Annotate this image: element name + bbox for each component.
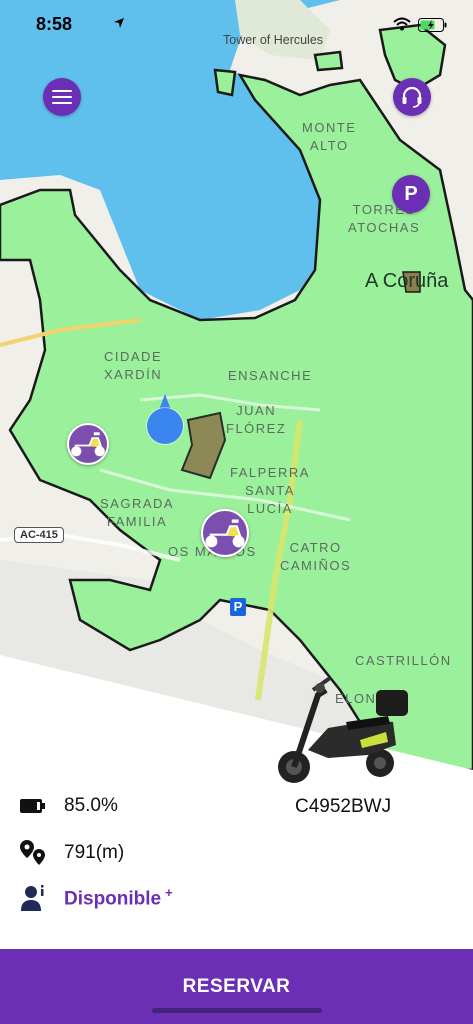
menu-button[interactable]: [43, 78, 81, 116]
battery-value: 85.0%: [64, 795, 118, 816]
battery-level-icon: [18, 791, 48, 821]
map-pins-icon: [18, 838, 48, 868]
support-button[interactable]: [393, 78, 431, 116]
area-label-sagrada-familia: SAGRADA FAMILIA: [100, 496, 175, 529]
scooter-image: [278, 676, 408, 783]
area-label-cidade-xardin: CIDADE XARDÍN: [104, 349, 163, 382]
area-label-catro-caminos: CATRO CAMIÑOS: [280, 540, 352, 573]
scooter-marker[interactable]: [67, 423, 109, 465]
home-indicator: [152, 1008, 322, 1013]
parking-button[interactable]: P: [392, 175, 430, 213]
area-label-monte-alto: MONTE ALTO: [302, 120, 357, 153]
wifi-icon: [393, 17, 411, 31]
user-location-dot: [147, 408, 183, 444]
distance-value: 791(m): [64, 842, 125, 863]
plate-number: C4952BWJ: [295, 796, 392, 817]
battery-row: 85.0%: [18, 791, 118, 821]
status-plus: +: [165, 885, 173, 901]
status-row[interactable]: Disponible +: [18, 883, 173, 913]
distance-row: 791(m): [18, 838, 124, 868]
city-label: A Coruña: [365, 270, 449, 292]
status-time: 8:58: [36, 14, 73, 34]
person-info-icon: [18, 883, 48, 913]
scooter-icon: [71, 432, 105, 457]
scooter-marker-selected[interactable]: [201, 509, 249, 557]
road-shield: AC-415: [14, 527, 64, 543]
location-arrow-icon: [114, 18, 124, 28]
battery-icon: [418, 18, 447, 32]
headset-icon: [402, 86, 422, 108]
status-bar: 8:58: [0, 0, 473, 52]
hamburger-icon: [52, 90, 72, 104]
scooter-icon: [205, 519, 245, 548]
availability-status: Disponible: [64, 888, 162, 910]
